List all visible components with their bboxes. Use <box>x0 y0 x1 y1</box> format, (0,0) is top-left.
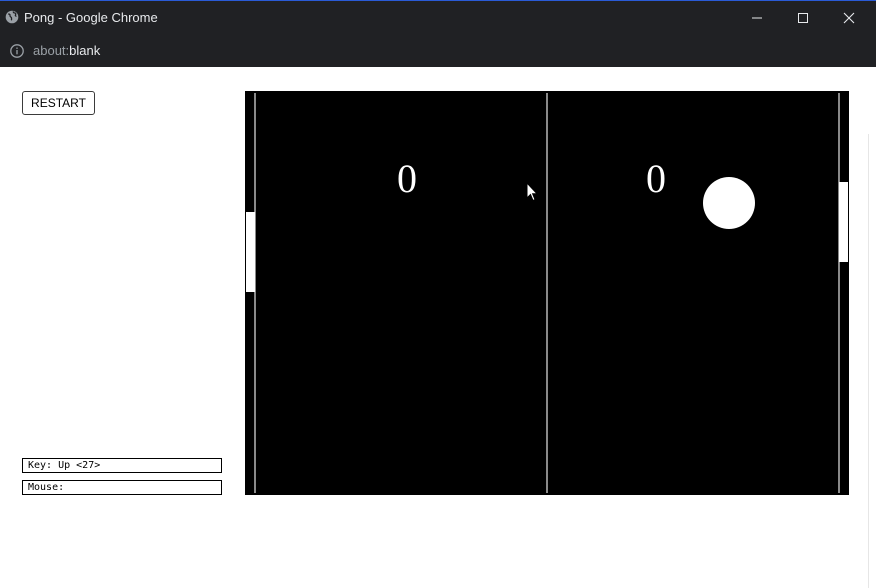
url-scheme: about: <box>33 43 70 58</box>
right-paddle <box>839 182 848 262</box>
left-boundary-line <box>254 93 256 493</box>
globe-icon <box>5 10 19 24</box>
restart-button[interactable]: RESTART <box>22 91 95 115</box>
info-icon[interactable] <box>9 43 25 59</box>
key-readout: Key: Up <27> <box>22 458 222 473</box>
minimize-icon <box>752 17 762 19</box>
url-field[interactable]: about:blank <box>33 43 100 58</box>
title-bar: Pong - Google Chrome <box>0 0 876 34</box>
address-bar: about:blank <box>0 34 876 67</box>
maximize-icon <box>798 13 808 23</box>
left-paddle <box>246 212 255 292</box>
game-court[interactable]: 0 0 <box>245 91 849 495</box>
maximize-button[interactable] <box>780 1 826 35</box>
mouse-readout: Mouse: <box>22 480 222 495</box>
center-line <box>546 93 548 493</box>
right-score: 0 <box>646 156 666 201</box>
url-host: blank <box>69 43 101 58</box>
browser-window: Pong - Google Chrome about:blank RESTART… <box>0 0 876 588</box>
mouse-cursor-icon <box>526 182 538 202</box>
close-button[interactable] <box>826 1 872 35</box>
window-title: Pong - Google Chrome <box>24 10 158 25</box>
window-edge <box>868 134 876 588</box>
ball <box>703 177 755 229</box>
minimize-button[interactable] <box>734 1 780 35</box>
right-boundary-line <box>838 93 840 493</box>
page-content: RESTART Key: Up <27> Mouse: 0 0 <box>0 67 876 588</box>
close-icon <box>843 12 855 24</box>
left-score: 0 <box>397 156 417 201</box>
